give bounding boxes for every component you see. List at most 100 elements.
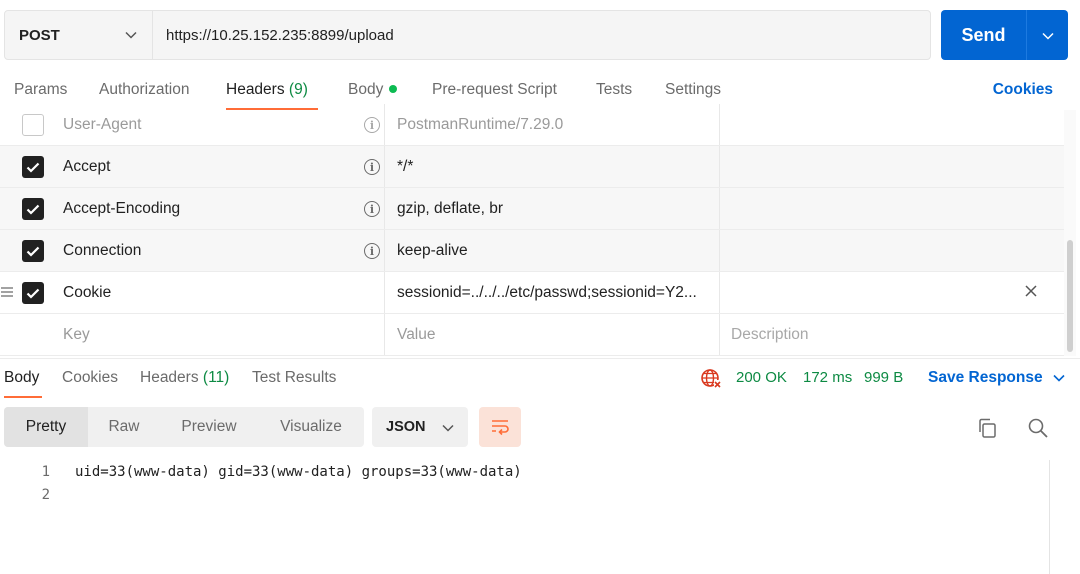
view-mode-preview[interactable]: Preview bbox=[160, 407, 258, 447]
headers-scrollbar[interactable] bbox=[1067, 240, 1073, 352]
column-divider bbox=[719, 272, 720, 313]
header-checkbox[interactable] bbox=[22, 114, 44, 136]
header-value[interactable]: sessionid=../../../etc/passwd;sessionid=… bbox=[397, 284, 697, 302]
save-response-label: Save Response bbox=[928, 369, 1043, 386]
request-bar: POST https://10.25.152.235:8899/upload bbox=[4, 10, 931, 60]
drag-handle-icon[interactable] bbox=[0, 285, 14, 299]
body-indicator-dot bbox=[389, 85, 398, 93]
header-checkbox[interactable] bbox=[22, 156, 44, 178]
header-key[interactable]: Cookie bbox=[63, 284, 111, 302]
tab-test-results[interactable]: Test Results bbox=[252, 369, 336, 387]
tab-prerequest-script[interactable]: Pre-request Script bbox=[432, 81, 557, 99]
header-key[interactable]: User-Agent bbox=[63, 116, 141, 134]
info-icon: i bbox=[364, 117, 380, 133]
column-divider bbox=[719, 188, 720, 229]
send-options-button[interactable] bbox=[1027, 10, 1068, 60]
chevron-down-icon bbox=[442, 419, 454, 436]
view-mode-visualize[interactable]: Visualize bbox=[258, 407, 364, 447]
new-key-input[interactable]: Key bbox=[63, 326, 90, 344]
new-description-input[interactable]: Description bbox=[731, 326, 809, 344]
column-divider bbox=[384, 104, 385, 145]
line-number: 2 bbox=[41, 487, 50, 503]
headers-table: User-Agent i PostmanRuntime/7.29.0 Accep… bbox=[0, 104, 1064, 356]
column-divider bbox=[384, 146, 385, 187]
info-icon: i bbox=[364, 201, 380, 217]
tab-body-label: Body bbox=[348, 81, 384, 98]
header-value[interactable]: PostmanRuntime/7.29.0 bbox=[397, 116, 563, 134]
response-time[interactable]: 172 ms bbox=[803, 369, 852, 386]
header-checkbox[interactable] bbox=[22, 240, 44, 262]
tab-headers-count: (9) bbox=[288, 81, 308, 98]
method-select[interactable]: POST bbox=[5, 11, 153, 59]
header-key[interactable]: Accept bbox=[63, 158, 110, 176]
header-row-new: Key Value Description bbox=[0, 314, 1064, 356]
tab-body[interactable]: Body bbox=[348, 81, 398, 99]
info-icon: i bbox=[364, 243, 380, 259]
info-icon: i bbox=[364, 159, 380, 175]
header-row: Accept i */* bbox=[0, 146, 1064, 188]
format-select[interactable]: JSON bbox=[372, 407, 468, 447]
search-icon[interactable] bbox=[1027, 417, 1049, 439]
header-row: Cookie sessionid=../../../etc/passwd;ses… bbox=[0, 272, 1064, 314]
header-row: Connection i keep-alive bbox=[0, 230, 1064, 272]
header-checkbox[interactable] bbox=[22, 282, 44, 304]
tab-params[interactable]: Params bbox=[14, 81, 67, 99]
format-label: JSON bbox=[386, 419, 426, 435]
header-row: User-Agent i PostmanRuntime/7.29.0 bbox=[0, 104, 1064, 146]
line-number: 1 bbox=[41, 464, 50, 480]
send-button-group: Send bbox=[941, 10, 1068, 60]
save-response-button[interactable]: Save Response bbox=[928, 369, 1065, 387]
checkmark-icon bbox=[26, 204, 40, 215]
header-key[interactable]: Connection bbox=[63, 242, 141, 260]
header-key[interactable]: Accept-Encoding bbox=[63, 200, 180, 218]
delete-row-icon[interactable] bbox=[1024, 284, 1040, 300]
copy-icon[interactable] bbox=[976, 417, 998, 439]
header-checkbox[interactable] bbox=[22, 198, 44, 220]
view-mode-raw[interactable]: Raw bbox=[88, 407, 160, 447]
view-mode-toggle: Pretty Raw Preview Visualize bbox=[4, 407, 364, 447]
header-value[interactable]: keep-alive bbox=[397, 242, 468, 260]
wrap-lines-button[interactable] bbox=[479, 407, 521, 447]
column-divider bbox=[384, 272, 385, 313]
network-globe-icon[interactable] bbox=[700, 367, 722, 389]
wrap-lines-icon bbox=[492, 420, 509, 436]
tab-tests[interactable]: Tests bbox=[596, 81, 632, 99]
checkmark-icon bbox=[26, 246, 40, 257]
column-divider bbox=[719, 314, 720, 355]
column-divider bbox=[384, 314, 385, 355]
cookies-link[interactable]: Cookies bbox=[993, 81, 1053, 99]
code-line: uid=33(www-data) gid=33(www-data) groups… bbox=[75, 464, 522, 480]
tab-response-headers[interactable]: Headers (11) bbox=[140, 369, 229, 387]
column-divider bbox=[384, 188, 385, 229]
tab-response-headers-label: Headers bbox=[140, 369, 199, 386]
editor-scroll-edge bbox=[1049, 460, 1050, 574]
method-label: POST bbox=[19, 26, 60, 44]
url-input[interactable]: https://10.25.152.235:8899/upload bbox=[153, 11, 930, 59]
column-divider bbox=[719, 146, 720, 187]
response-body-editor[interactable]: 1 uid=33(www-data) gid=33(www-data) grou… bbox=[0, 460, 1050, 574]
checkmark-icon bbox=[26, 162, 40, 173]
column-divider bbox=[719, 230, 720, 271]
tab-response-cookies[interactable]: Cookies bbox=[62, 369, 118, 387]
tab-headers-label: Headers bbox=[226, 81, 285, 98]
view-mode-pretty[interactable]: Pretty bbox=[4, 407, 88, 447]
column-divider bbox=[719, 104, 720, 145]
response-tabs: Body Cookies Headers (11) Test Results 2… bbox=[0, 358, 1080, 400]
active-tab-underline bbox=[4, 396, 42, 398]
tab-settings[interactable]: Settings bbox=[665, 81, 721, 99]
header-value[interactable]: */* bbox=[397, 158, 413, 176]
column-divider bbox=[384, 230, 385, 271]
tab-authorization[interactable]: Authorization bbox=[99, 81, 189, 99]
tab-response-body[interactable]: Body bbox=[4, 369, 39, 387]
tab-response-headers-count: (11) bbox=[202, 369, 230, 386]
chevron-down-icon bbox=[1053, 374, 1065, 382]
send-button[interactable]: Send bbox=[941, 10, 1027, 60]
header-value[interactable]: gzip, deflate, br bbox=[397, 200, 503, 218]
response-size[interactable]: 999 B bbox=[864, 369, 903, 386]
header-row: Accept-Encoding i gzip, deflate, br bbox=[0, 188, 1064, 230]
chevron-down-icon bbox=[1041, 27, 1054, 44]
chevron-down-icon bbox=[124, 28, 138, 42]
new-value-input[interactable]: Value bbox=[397, 326, 436, 344]
status-code[interactable]: 200 OK bbox=[736, 369, 787, 386]
tab-headers[interactable]: Headers (9) bbox=[226, 81, 308, 99]
